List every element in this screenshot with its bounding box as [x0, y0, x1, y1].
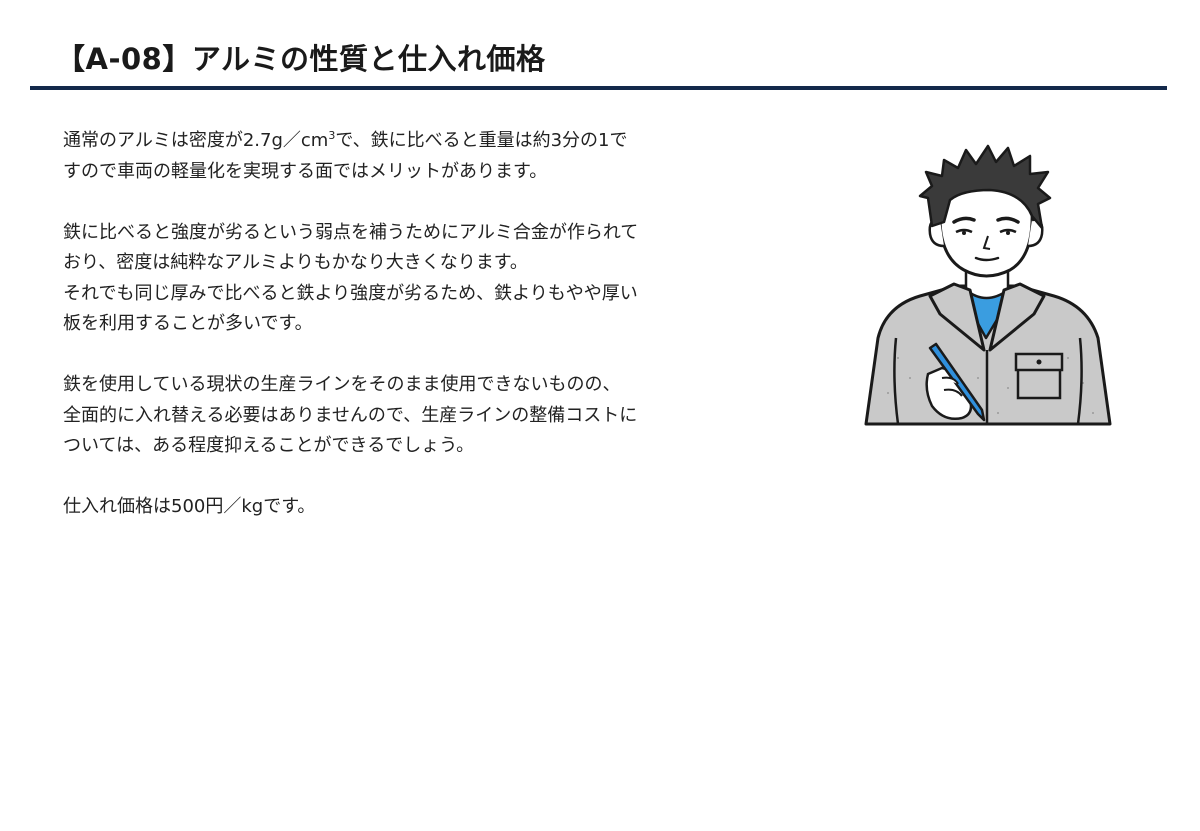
- text-line: おり、密度は純粋なアルミよりもかなり大きくなります。: [63, 252, 528, 273]
- text-line: それでも同じ厚みで比べると鉄より強度が劣るため、鉄よりもやや厚い: [63, 282, 638, 304]
- text-line: すので車両の軽量化を実現する面ではメリットがあります。: [63, 160, 548, 182]
- text-line: 仕入れ価格は500円／kgです。: [63, 496, 316, 517]
- worker-with-pen-icon: [858, 138, 1116, 428]
- paragraph-production-line: 鉄を使用している現状の生産ラインをそのまま使用できないものの、 全面的に入れ替え…: [63, 370, 783, 462]
- paragraph-price: 仕入れ価格は500円／kgです。: [63, 492, 783, 523]
- page-title: 【A-08】アルミの性質と仕入れ価格: [56, 42, 546, 76]
- density-text-cont: で、鉄に比べると重量は約3分の1で: [335, 130, 628, 151]
- paragraph-density: 通常のアルミは密度が2.7g／cm3で、鉄に比べると重量は約3分の1で すので車…: [63, 126, 783, 187]
- density-text: 通常のアルミは密度が2.7g／cm: [63, 130, 329, 151]
- text-line: 通常のアルミは密度が2.7g／cm3で、鉄に比べると重量は約3分の1で: [63, 126, 783, 157]
- text-line: 鉄を使用している現状の生産ラインをそのまま使用できないものの、: [63, 374, 621, 395]
- text-line: 全面的に入れ替える必要はありませんので、生産ラインの整備コストに: [63, 404, 638, 426]
- text-line: 鉄に比べると強度が劣るという弱点を補うためにアルミ合金が作られて: [63, 221, 639, 243]
- body-text: 通常のアルミは密度が2.7g／cm3で、鉄に比べると重量は約3分の1で すので車…: [63, 126, 783, 553]
- title-underline: [30, 86, 1167, 90]
- paragraph-strength: 鉄に比べると強度が劣るという弱点を補うためにアルミ合金が作られて おり、密度は純…: [63, 218, 783, 340]
- text-line: 板を利用することが多いです。: [63, 313, 313, 334]
- text-line: ついては、ある程度抑えることができるでしょう。: [63, 435, 475, 456]
